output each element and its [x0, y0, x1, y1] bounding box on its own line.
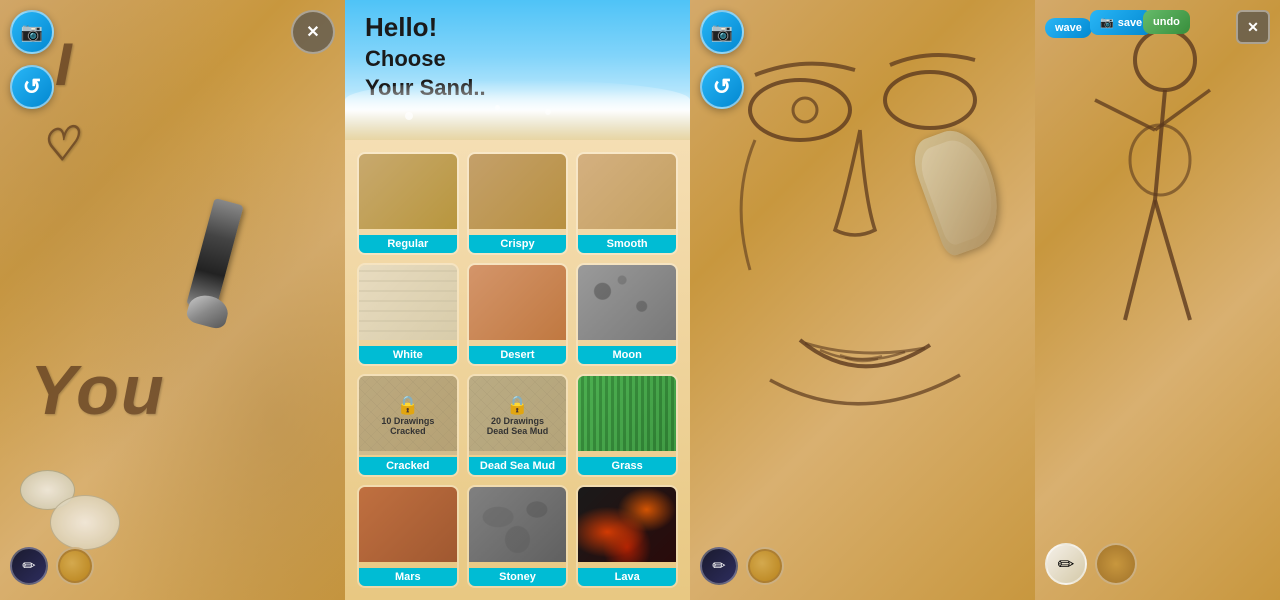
sand-option-desert[interactable]: Desert [467, 263, 569, 366]
beach-header: Hello! ChooseYour Sand.. [345, 0, 690, 140]
sand-tool[interactable] [56, 547, 94, 585]
panel4-bottom-toolbar: ✏ [1045, 543, 1137, 585]
close-icon: ✕ [306, 22, 319, 42]
panel-4-secondary: wave 📷 save undo ✕ ✏ [1035, 0, 1280, 600]
panel3-camera-icon: 📷 [711, 22, 733, 43]
pencil-icon: ✏ [22, 556, 35, 576]
panel4-sand-tool[interactable] [1095, 543, 1137, 585]
panel4-pencil-icon: ✏ [1058, 552, 1075, 577]
panel-2-choose-sand: Hello! ChooseYour Sand.. Regular Crispy [345, 0, 690, 600]
sand-option-cracked[interactable]: 🔒 10 DrawingsCracked Cracked [357, 374, 459, 477]
sand-label-desert: Desert [469, 346, 567, 364]
sand-label-mars: Mars [359, 568, 457, 586]
hello-text: Hello! [365, 12, 437, 43]
drawing-you: You [30, 350, 166, 430]
panel4-close-button[interactable]: ✕ [1236, 10, 1270, 44]
sand-option-smooth[interactable]: Smooth [576, 152, 678, 255]
panel3-camera-button[interactable]: 📷 [700, 10, 744, 54]
figure-drawing-svg [1035, 0, 1280, 600]
panel3-pencil-tool[interactable]: ✏ [700, 547, 738, 585]
lock-text-cracked: 10 DrawingsCracked [381, 416, 434, 436]
sand-label-cracked: Cracked [359, 457, 457, 475]
bubble-2 [495, 105, 500, 110]
sand-label-deadsea: Dead Sea Mud [469, 457, 567, 475]
camera-icon: 📷 [21, 22, 43, 43]
wave-overlay [345, 80, 690, 140]
sand-option-lava[interactable]: Lava [576, 485, 678, 588]
panel4-close-icon: ✕ [1247, 19, 1259, 36]
undo-label: undo [1153, 16, 1180, 28]
shell-2 [50, 495, 120, 550]
panel3-pencil-icon: ✏ [712, 556, 725, 576]
sand-label-lava: Lava [578, 568, 676, 586]
panel3-refresh-button[interactable]: ↺ [700, 65, 744, 109]
refresh-icon: ↺ [23, 74, 41, 100]
sand-option-grass[interactable]: Grass [576, 374, 678, 477]
panel-3-face: 📷 ↺ ✏ [690, 0, 1035, 600]
sand-label-smooth: Smooth [578, 235, 676, 253]
sand-option-moon[interactable]: Moon [576, 263, 678, 366]
panel3-bottom-toolbar: ✏ [700, 547, 784, 585]
lock-overlay-cracked: 🔒 10 DrawingsCracked [359, 376, 457, 455]
panel3-refresh-icon: ↺ [713, 74, 731, 100]
bubble-1 [405, 112, 413, 120]
save-icon: 📷 [1100, 16, 1114, 29]
undo-button[interactable]: undo [1143, 10, 1190, 34]
wave-label: wave [1055, 22, 1082, 34]
sand-option-white[interactable]: White [357, 263, 459, 366]
sand-option-crispy[interactable]: Crispy [467, 152, 569, 255]
drawing-letter-i: I [55, 30, 74, 99]
bubble-3 [545, 109, 551, 115]
camera-button[interactable]: 📷 [10, 10, 54, 54]
crab-prop [925, 130, 1015, 270]
sand-label-crispy: Crispy [469, 235, 567, 253]
lock-text-deadsea: 20 DrawingsDead Sea Mud [487, 416, 549, 436]
sand-option-stoney[interactable]: Stoney [467, 485, 569, 588]
lock-icon-cracked: 🔒 [397, 395, 419, 416]
pencil-tool[interactable]: ✏ [10, 547, 48, 585]
sand-label-grass: Grass [578, 457, 676, 475]
panel-1-drawing: I ♡ You 📷 ↺ ✕ ✏ [0, 0, 345, 600]
sand-option-deadsea[interactable]: 🔒 20 DrawingsDead Sea Mud Dead Sea Mud [467, 374, 569, 477]
close-button[interactable]: ✕ [291, 10, 335, 54]
refresh-button[interactable]: ↺ [10, 65, 54, 109]
panel3-sand-tool[interactable] [746, 547, 784, 585]
bottom-toolbar: ✏ [10, 547, 94, 585]
sand-label-regular: Regular [359, 235, 457, 253]
sand-option-regular[interactable]: Regular [357, 152, 459, 255]
sand-type-grid: Regular Crispy Smooth White [345, 140, 690, 600]
drawing-heart: ♡ [36, 117, 86, 174]
sand-label-moon: Moon [578, 346, 676, 364]
sand-option-mars[interactable]: Mars [357, 485, 459, 588]
lock-icon-deadsea: 🔒 [506, 395, 528, 416]
panel4-pencil-tool[interactable]: ✏ [1045, 543, 1087, 585]
sand-label-stoney: Stoney [469, 568, 567, 586]
sand-label-white: White [359, 346, 457, 364]
wave-badge[interactable]: wave [1045, 18, 1092, 38]
lock-overlay-deadsea: 🔒 20 DrawingsDead Sea Mud [469, 376, 567, 455]
save-label: save [1118, 17, 1142, 29]
